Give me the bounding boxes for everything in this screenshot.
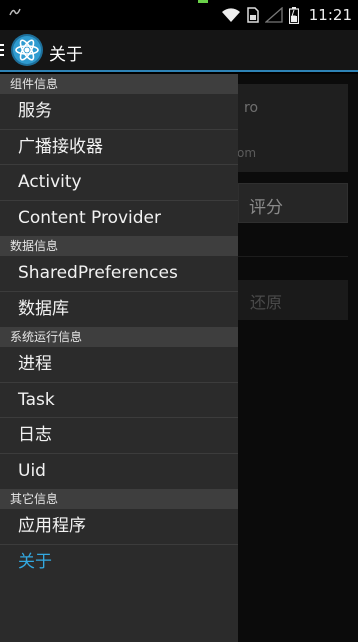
restore-button[interactable]: 还原 <box>238 280 348 320</box>
page-title: 关于 <box>49 45 83 65</box>
action-bar: 关于 <box>0 30 358 72</box>
signal-icon <box>264 7 283 23</box>
rate-button-label: 评分 <box>249 198 283 218</box>
atom-app-icon[interactable] <box>10 33 44 67</box>
sim-icon <box>247 7 259 23</box>
section-header-system: 系统运行信息 <box>0 327 238 347</box>
section-header-components: 组件信息 <box>0 74 238 94</box>
drawer-item-shared-preferences[interactable]: SharedPreferences <box>0 256 238 292</box>
drawer-item-processes[interactable]: 进程 <box>0 347 238 383</box>
status-indicator-strip <box>198 0 208 3</box>
drawer-item-activity[interactable]: Activity <box>0 165 238 201</box>
card-text-1: ro <box>244 100 259 116</box>
battery-icon <box>288 6 299 24</box>
drawer-item-services[interactable]: 服务 <box>0 94 238 130</box>
rate-button[interactable]: 评分 <box>238 183 348 223</box>
drawer-item-task[interactable]: Task <box>0 383 238 418</box>
status-bar: 11:21 <box>0 0 358 30</box>
section-header-data: 数据信息 <box>0 236 238 256</box>
drawer-toggle-icon[interactable] <box>0 44 4 58</box>
navigation-drawer: 组件信息 服务 广播接收器 Activity Content Provider … <box>0 74 238 642</box>
drawer-item-broadcast-receivers[interactable]: 广播接收器 <box>0 130 238 165</box>
drawer-item-uid[interactable]: Uid <box>0 454 238 490</box>
app-info-card: ro om <box>236 84 348 172</box>
restore-button-label: 还原 <box>250 293 283 312</box>
drawer-item-logs[interactable]: 日志 <box>0 418 238 454</box>
divider <box>238 256 348 257</box>
drawer-item-content-provider[interactable]: Content Provider <box>0 201 238 237</box>
drawer-item-about[interactable]: 关于 <box>0 545 238 581</box>
card-text-2: om <box>237 146 257 160</box>
section-header-other: 其它信息 <box>0 489 238 509</box>
status-time: 11:21 <box>308 6 352 24</box>
drawer-item-database[interactable]: 数据库 <box>0 292 238 328</box>
drawer-item-applications[interactable]: 应用程序 <box>0 509 238 545</box>
notification-icon <box>9 7 21 20</box>
wifi-icon <box>221 8 240 22</box>
